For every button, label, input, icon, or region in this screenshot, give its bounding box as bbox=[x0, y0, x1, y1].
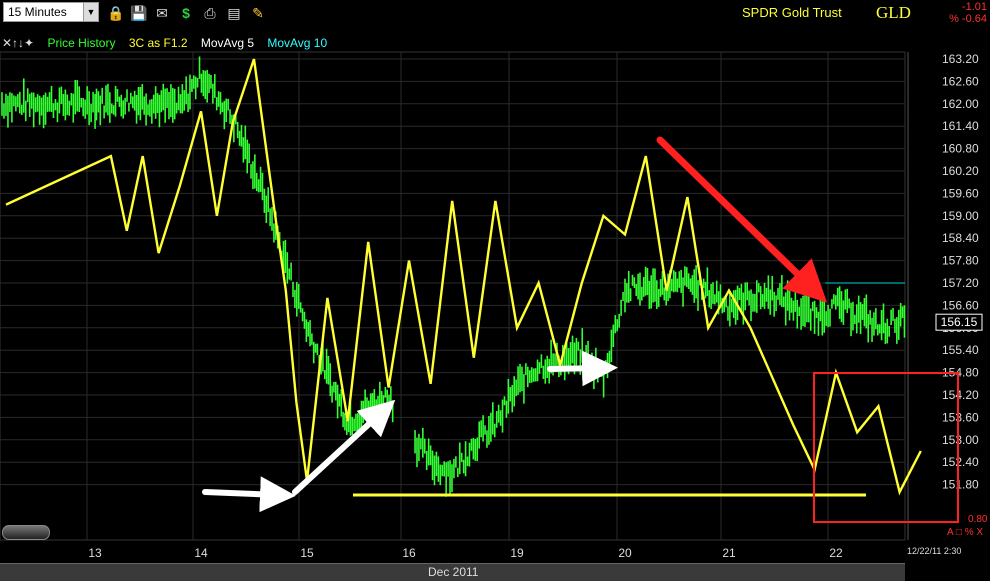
scale-low-value: 0.80 bbox=[968, 514, 988, 525]
annotation-arrow bbox=[202, 476, 296, 513]
x-tick-label: 21 bbox=[722, 546, 736, 560]
y-tick-label: 153.00 bbox=[942, 433, 979, 447]
date-axis-label: Dec 2011 bbox=[428, 565, 479, 579]
price-chart[interactable]: 13 14 15 16 19 20 21 22 163.20 162.60 162.00 161.40… bbox=[0, 0, 990, 580]
annotation-arrow bbox=[547, 350, 618, 387]
x-tick-label: 16 bbox=[402, 546, 416, 560]
y-tick-label: 162.00 bbox=[942, 97, 979, 111]
x-tick-label: 13 bbox=[88, 546, 102, 560]
chart-timestamp: 12/22/11 2:30 bbox=[907, 546, 962, 556]
chart-scroll-handle[interactable] bbox=[2, 525, 50, 540]
x-tick-label: 20 bbox=[618, 546, 632, 560]
y-tick-label: 151.80 bbox=[942, 478, 979, 492]
x-tick-label: 14 bbox=[194, 546, 208, 560]
y-tick-label: 160.80 bbox=[942, 142, 979, 156]
y-tick-label: 155.40 bbox=[942, 343, 979, 357]
y-tick-label: 158.40 bbox=[942, 231, 979, 245]
x-tick-label: 22 bbox=[829, 546, 843, 560]
last-price-label: 156.15 bbox=[941, 315, 978, 329]
y-tick-label: 153.60 bbox=[942, 410, 979, 424]
y-tick-label: 159.60 bbox=[942, 186, 979, 200]
y-tick-label: 160.20 bbox=[942, 164, 979, 178]
y-tick-label: 154.20 bbox=[942, 388, 979, 402]
indicator-line bbox=[5, 58, 922, 496]
y-tick-label: 152.40 bbox=[942, 455, 979, 469]
y-tick-label: 162.60 bbox=[942, 74, 979, 88]
x-tick-label: 15 bbox=[300, 546, 314, 560]
annotation-arrow bbox=[292, 399, 396, 495]
y-tick-label: 156.60 bbox=[942, 298, 979, 312]
y-tick-label: 157.80 bbox=[942, 254, 979, 268]
x-tick-label: 19 bbox=[510, 546, 524, 560]
y-tick-label: 163.20 bbox=[942, 52, 979, 66]
date-axis-bar: Dec 2011 bbox=[0, 563, 905, 581]
y-tick-label: 157.20 bbox=[942, 276, 979, 290]
y-tick-label: 161.40 bbox=[942, 119, 979, 133]
y-tick-label: 159.00 bbox=[942, 209, 979, 223]
scale-controls[interactable]: A □ % X bbox=[947, 527, 983, 538]
